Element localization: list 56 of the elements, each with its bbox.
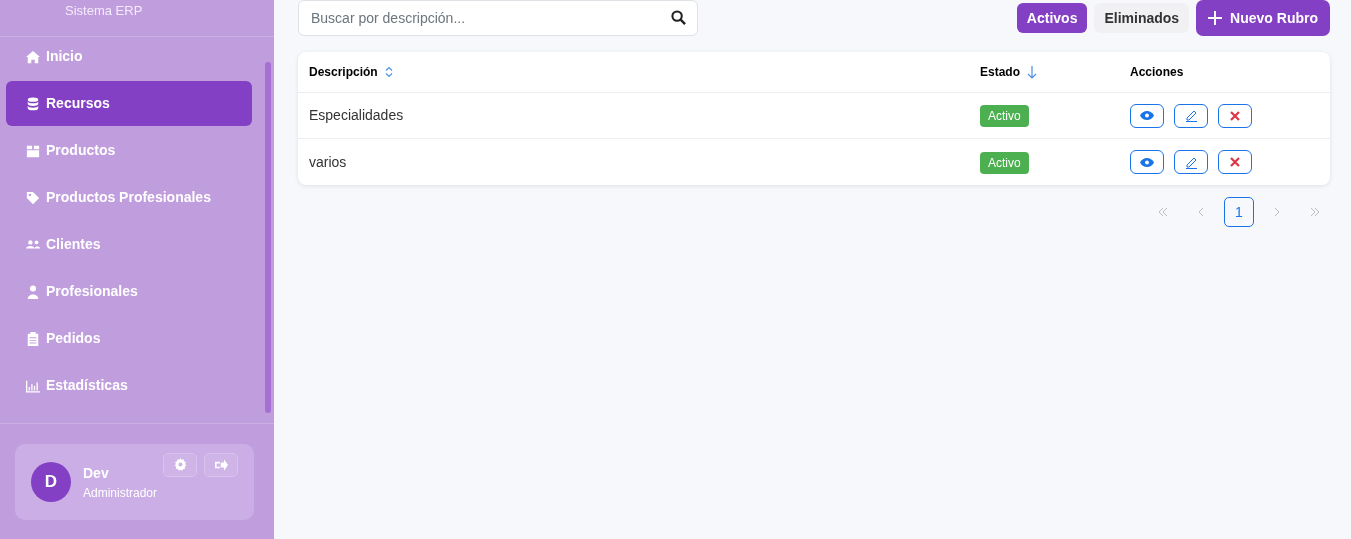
first-page-icon: [1158, 207, 1168, 217]
plus-icon: [1208, 11, 1223, 25]
logout-icon: [214, 458, 228, 471]
close-icon: [1230, 110, 1240, 121]
edit-button[interactable]: [1174, 150, 1208, 174]
home-icon: [26, 49, 40, 64]
eye-icon: [1140, 111, 1154, 120]
new-button[interactable]: Nuevo Rubro: [1196, 0, 1330, 36]
next-page-icon: [1272, 207, 1282, 217]
database-icon: [26, 96, 40, 111]
view-button[interactable]: [1130, 150, 1164, 174]
column-header: Estado: [980, 64, 1020, 81]
logout-button[interactable]: [204, 452, 238, 477]
sidebar-item[interactable]: Profesionales: [6, 269, 252, 314]
edit-button[interactable]: [1174, 103, 1208, 128]
avatar: D: [31, 462, 71, 502]
filter-tab[interactable]: Eliminados: [1094, 3, 1190, 33]
table-cell: Especialidades: [309, 107, 404, 123]
app-subtitle: Sistema ERP: [65, 3, 143, 19]
user-role: Administrador: [83, 484, 159, 502]
delete-button[interactable]: [1218, 150, 1252, 174]
delete-button[interactable]: [1218, 103, 1252, 128]
previous-page-icon: [1196, 207, 1206, 217]
sort-icon[interactable]: [384, 66, 393, 78]
tag-icon: [26, 190, 40, 205]
sidebar-item[interactable]: Clientes: [6, 222, 252, 267]
eye-icon: [1140, 157, 1154, 167]
settings-icon: [173, 458, 187, 471]
column-header: Descripción: [309, 64, 378, 81]
person-icon: [26, 284, 40, 299]
chart-icon: [26, 378, 40, 393]
status-badge: Activo: [980, 105, 1029, 127]
box-icon: [26, 143, 40, 158]
search-field[interactable]: Buscar por descripción...: [298, 0, 698, 36]
sidebar-item[interactable]: Recursos: [6, 81, 252, 126]
filter-tab[interactable]: Activos: [1016, 3, 1088, 33]
last-page-icon: [1310, 207, 1320, 217]
status-badge: Activo: [980, 151, 1029, 174]
page-button[interactable]: 1: [1224, 197, 1254, 227]
sidebar-item[interactable]: Productos Profesionales: [6, 175, 252, 220]
sidebar-item[interactable]: Estadísticas: [6, 363, 252, 408]
sort-down-icon[interactable]: [1027, 65, 1037, 79]
settings-button[interactable]: [163, 452, 197, 477]
search-icon: [671, 10, 686, 25]
sidebar-item[interactable]: Inicio: [6, 34, 252, 79]
pencil-icon: [1184, 155, 1198, 169]
column-header: Acciones: [1130, 64, 1184, 81]
sidebar-item[interactable]: Productos: [6, 128, 252, 173]
user-name: Dev: [83, 463, 109, 483]
view-button[interactable]: [1130, 103, 1164, 128]
close-icon: [1230, 157, 1240, 167]
clipboard-icon: [26, 331, 40, 346]
table-cell: varios: [309, 153, 347, 170]
sidebar-item[interactable]: Pedidos: [6, 316, 252, 361]
users-icon: [26, 237, 40, 252]
pencil-icon: [1184, 109, 1198, 122]
